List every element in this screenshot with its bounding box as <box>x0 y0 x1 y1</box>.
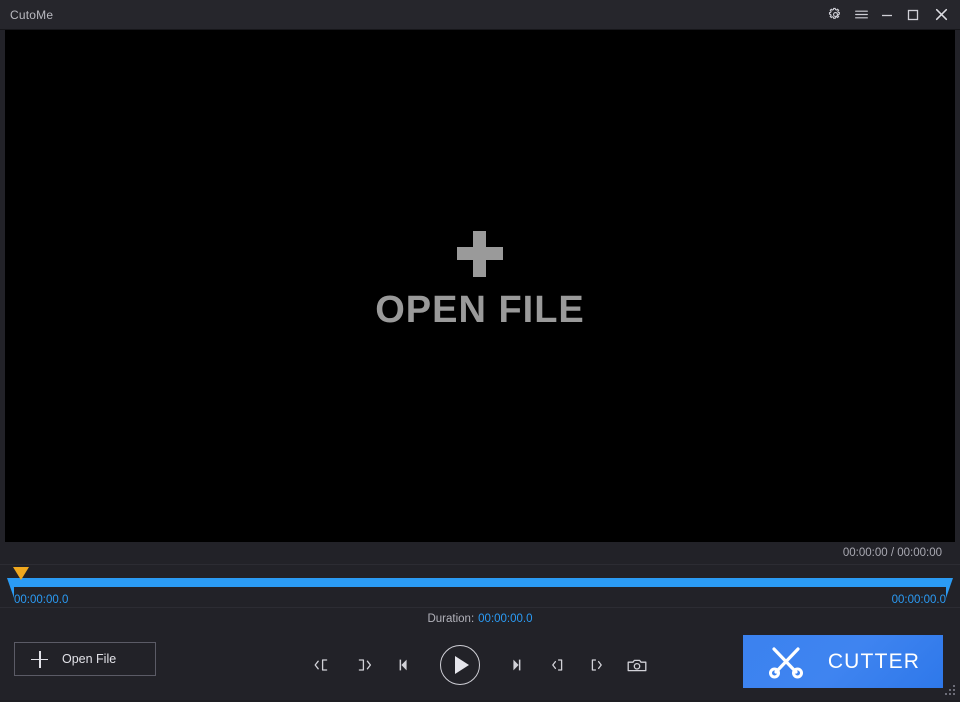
minimize-icon <box>880 8 894 22</box>
title-bar: CutoMe <box>0 0 960 30</box>
plus-icon <box>31 651 48 668</box>
maximize-button[interactable] <box>900 0 926 30</box>
set-in-point-button[interactable] <box>544 652 570 678</box>
trim-end-time: 00:00:00.0 <box>892 594 946 606</box>
timeline-track[interactable] <box>14 578 946 587</box>
open-file-dropzone[interactable]: OPEN FILE <box>375 231 585 329</box>
close-icon <box>934 7 949 22</box>
open-file-placeholder-label: OPEN FILE <box>375 291 585 329</box>
open-file-button-label: Open File <box>62 652 116 666</box>
playhead-marker-icon <box>13 567 29 580</box>
next-frame-button[interactable] <box>504 652 530 678</box>
jump-to-next-cut-button[interactable] <box>350 652 376 678</box>
play-button[interactable] <box>440 645 480 685</box>
minimize-button[interactable] <box>874 0 900 30</box>
open-file-button[interactable]: Open File <box>14 642 156 676</box>
bracket-right-arrow-icon <box>587 657 607 673</box>
video-preview-stage[interactable]: OPEN FILE <box>5 30 955 542</box>
maximize-icon <box>906 8 920 22</box>
settings-gear-button[interactable] <box>822 0 848 30</box>
gear-icon <box>828 7 843 22</box>
close-button[interactable] <box>926 0 960 30</box>
duration-value: 00:00:00.0 <box>478 613 532 625</box>
previous-frame-button[interactable] <box>390 652 416 678</box>
play-icon <box>455 656 469 674</box>
time-readout-row: 00:00:00 / 00:00:00 <box>0 542 960 564</box>
camera-icon <box>626 657 648 674</box>
cutter-button[interactable]: CUTTER <box>743 635 943 688</box>
duration-label: Duration: <box>427 613 474 625</box>
plus-icon <box>457 231 503 277</box>
playhead-marker[interactable] <box>13 567 29 581</box>
app-window: CutoMe <box>0 0 960 700</box>
preview-area-wrapper: OPEN FILE <box>0 30 960 542</box>
bottom-toolbar: Open File <box>0 630 960 700</box>
step-forward-icon <box>509 657 525 673</box>
app-title: CutoMe <box>10 8 53 22</box>
hamburger-menu-icon <box>854 7 869 22</box>
trim-end-handle[interactable] <box>946 578 953 598</box>
trim-start-time: 00:00:00.0 <box>14 594 68 606</box>
window-controls <box>822 0 960 30</box>
bracket-left-arrow-icon <box>547 657 567 673</box>
snapshot-button[interactable] <box>624 652 650 678</box>
resize-grip-icon <box>943 683 957 697</box>
cutter-button-label: CUTTER <box>828 650 920 674</box>
timeline[interactable]: 00:00:00.0 00:00:00.0 <box>0 564 960 608</box>
scissors-icon <box>766 644 806 680</box>
duration-row: Duration: 00:00:00.0 <box>0 608 960 630</box>
window-resize-grip[interactable] <box>943 683 957 697</box>
trim-start-handle[interactable] <box>7 578 14 598</box>
bracket-arrow-right-icon <box>353 657 373 673</box>
current-total-time: 00:00:00 / 00:00:00 <box>843 547 942 559</box>
menu-button[interactable] <box>848 0 874 30</box>
arrow-left-bracket-icon <box>313 657 333 673</box>
jump-to-previous-cut-button[interactable] <box>310 652 336 678</box>
set-out-point-button[interactable] <box>584 652 610 678</box>
step-backward-icon <box>395 657 411 673</box>
